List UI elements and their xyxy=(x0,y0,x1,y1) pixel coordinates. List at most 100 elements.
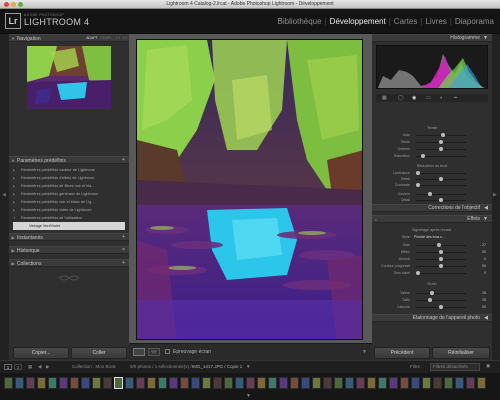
zoom-1-3[interactable]: 1:3 xyxy=(122,36,127,40)
redeye-icon[interactable]: ◉ xyxy=(412,95,416,101)
slider-track[interactable] xyxy=(416,305,466,309)
slider-track[interactable] xyxy=(416,264,466,268)
slider-knob[interactable] xyxy=(420,154,425,158)
previous-button[interactable]: Précédent xyxy=(374,347,430,359)
slider-track[interactable] xyxy=(416,177,466,181)
slider-track[interactable] xyxy=(416,154,466,158)
filmstrip-thumbnail[interactable] xyxy=(92,377,101,389)
slider-knob[interactable] xyxy=(439,257,443,261)
slider-track[interactable] xyxy=(416,133,466,137)
back-arrow-icon[interactable]: ◀ xyxy=(38,364,41,370)
slider-knob[interactable] xyxy=(439,140,443,144)
filmstrip-thumbnail[interactable] xyxy=(180,377,189,389)
collapse-left-arrow-icon[interactable]: ◀ xyxy=(2,192,6,198)
filmstrip-thumbnail[interactable] xyxy=(191,377,200,389)
slider-track[interactable] xyxy=(416,298,466,302)
slider-track[interactable] xyxy=(416,192,466,196)
preset-folder[interactable]: ▼ Paramètres prédéfinis de l'utilisateur xyxy=(9,214,129,222)
slider-value[interactable]: 28 xyxy=(482,290,486,296)
filmstrip-thumbnail[interactable] xyxy=(444,377,453,389)
collapse-right-arrow-icon[interactable]: ▶ xyxy=(493,192,497,198)
preset-folder[interactable]: ▶ Paramètres prédéfinis couleur de Lightr… xyxy=(9,166,129,174)
filmstrip-thumbnail[interactable] xyxy=(26,377,35,389)
effects-header[interactable]: ▪ Effets ▼ xyxy=(372,215,492,223)
adjustment-brush-icon[interactable]: ━ xyxy=(454,95,457,101)
filmstrip-thumbnail[interactable] xyxy=(158,377,167,389)
slider-value[interactable]: 0 xyxy=(484,256,486,262)
collections-header[interactable]: ▶ Collections + xyxy=(9,259,129,267)
filmstrip-thumbnail[interactable] xyxy=(202,377,211,389)
zoom-1-1[interactable]: 1:1 xyxy=(115,36,120,40)
slider-track[interactable] xyxy=(416,243,466,247)
slider-knob[interactable] xyxy=(439,305,443,309)
filmstrip-thumbnail[interactable] xyxy=(356,377,365,389)
loupe-view-button[interactable] xyxy=(133,348,145,356)
collection-source[interactable]: Collection : Mon Book xyxy=(72,364,116,369)
filmstrip-thumbnail[interactable] xyxy=(312,377,321,389)
filter-select[interactable]: Filtres désactivés xyxy=(430,363,480,371)
filmstrip-thumbnail[interactable] xyxy=(81,377,90,389)
reset-button[interactable]: Réinitialiser xyxy=(432,347,490,359)
filmstrip-thumbnail[interactable] xyxy=(301,377,310,389)
preset-folder[interactable]: ▶ Paramètres prédéfinis vidéo de Lightroo… xyxy=(9,206,129,214)
slider-knob[interactable] xyxy=(427,192,432,196)
slider-knob[interactable] xyxy=(439,177,443,181)
slider-value[interactable]: - 27 xyxy=(480,242,486,248)
filmstrip-thumbnail[interactable] xyxy=(411,377,420,389)
zoom-fit[interactable]: ADAPT. xyxy=(86,36,98,40)
presets-header[interactable]: ▼ Paramètres prédéfinis + xyxy=(9,156,129,164)
filmstrip-thumbnail[interactable] xyxy=(48,377,57,389)
slider-knob[interactable] xyxy=(429,291,434,295)
preset-folder[interactable]: ▶ Paramètres prédéfinis d'effets de Light… xyxy=(9,174,129,182)
slider-knob[interactable] xyxy=(441,133,446,137)
filmstrip-thumbnail[interactable] xyxy=(224,377,233,389)
slider-knob[interactable] xyxy=(439,250,443,254)
toolbar-menu-icon[interactable]: ▼ xyxy=(362,349,367,355)
module-slideshow[interactable]: Diaporama xyxy=(455,17,494,26)
filmstrip-thumbnail[interactable] xyxy=(422,377,431,389)
filmstrip-thumbnail[interactable] xyxy=(70,377,79,389)
filmstrip-thumbnail[interactable] xyxy=(433,377,442,389)
page-1-button[interactable]: 1 xyxy=(4,364,12,370)
slider-track[interactable] xyxy=(416,257,466,261)
zoom-fill[interactable]: REMPL. xyxy=(100,36,113,40)
snapshots-header[interactable]: ▶ Instantanés + xyxy=(9,233,129,241)
navigator-preview[interactable] xyxy=(27,46,111,109)
filmstrip-thumbnail[interactable] xyxy=(279,377,288,389)
preset-folder[interactable]: ▶ Paramètres prédéfinis de filtres noir e… xyxy=(9,182,129,190)
slider-knob[interactable] xyxy=(439,264,443,268)
slider-value[interactable]: 25 xyxy=(482,297,486,303)
filmstrip-thumbnail[interactable] xyxy=(466,377,475,389)
forward-arrow-icon[interactable]: ▶ xyxy=(46,364,49,370)
filmstrip-thumbnail[interactable] xyxy=(378,377,387,389)
filmstrip-thumbnail[interactable] xyxy=(59,377,68,389)
filmstrip-thumbnail[interactable] xyxy=(477,377,486,389)
spot-removal-icon[interactable]: ◯ xyxy=(398,95,404,101)
slider-knob[interactable] xyxy=(416,271,420,275)
slider-knob[interactable] xyxy=(439,147,443,151)
filmstrip-thumbnail[interactable] xyxy=(455,377,464,389)
slider-track[interactable] xyxy=(416,198,466,202)
compare-view-button[interactable]: Y|Y xyxy=(148,348,160,356)
filmstrip-thumbnail[interactable] xyxy=(389,377,398,389)
filmstrip-thumbnail[interactable] xyxy=(257,377,266,389)
filmstrip-thumbnail[interactable] xyxy=(345,377,354,389)
filename-dropdown-icon[interactable]: ▼ xyxy=(246,364,250,369)
filmstrip-thumbnail[interactable] xyxy=(147,377,156,389)
navigator-header[interactable]: ▼ Navigation ADAPT. REMPL. 1:1 1:3 xyxy=(9,34,129,42)
filmstrip-thumbnail[interactable] xyxy=(367,377,376,389)
histogram-header[interactable]: Histogramme ▼ xyxy=(372,34,492,42)
clear-history-button[interactable]: × xyxy=(122,247,125,254)
filmstrip-thumbnail[interactable] xyxy=(4,377,13,389)
preset-folder[interactable]: ▶ Paramètres prédéfinis noir et blanc de … xyxy=(9,198,129,206)
filmstrip-thumbnail[interactable] xyxy=(334,377,343,389)
filmstrip-thumbnail[interactable] xyxy=(169,377,178,389)
filmstrip-collapse-icon[interactable]: ▼ xyxy=(246,393,251,399)
filmstrip-thumbnail[interactable] xyxy=(103,377,112,389)
main-photo[interactable] xyxy=(136,39,363,340)
slider-track[interactable] xyxy=(416,171,466,175)
toggle-switch-icon[interactable]: ▪ xyxy=(372,216,380,223)
vignette-style-select[interactable]: Priorité des tons c... xyxy=(414,235,445,239)
module-book[interactable]: Livres xyxy=(425,17,446,26)
module-develop[interactable]: Développement xyxy=(330,17,386,26)
